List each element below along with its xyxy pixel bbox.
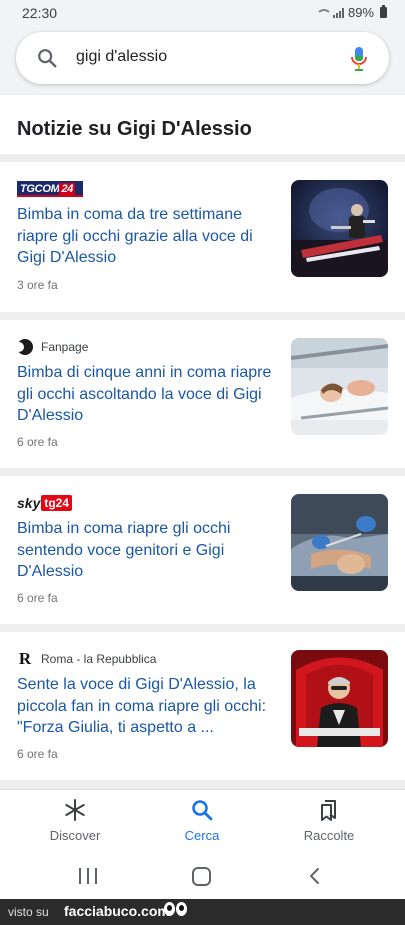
search-bar[interactable]: gigi d'alessio [16, 32, 389, 84]
news-headline[interactable]: Sente la voce di Gigi D'Alessio, la picc… [17, 674, 279, 739]
nav-label: Raccolte [303, 828, 355, 843]
news-card[interactable]: R Roma - la Repubblica Sente la voce di … [0, 632, 405, 780]
source-name: Roma - la Repubblica [41, 652, 157, 666]
bottom-nav: Discover Cerca Raccolte [0, 789, 405, 853]
news-thumbnail[interactable] [291, 180, 388, 277]
source-row: R Roma - la Repubblica [17, 649, 157, 668]
status-bar: 22:30 89% [0, 0, 405, 26]
recents-icon[interactable] [79, 868, 97, 884]
status-time: 22:30 [22, 5, 58, 21]
divider [0, 780, 405, 789]
search-input[interactable]: gigi d'alessio [76, 48, 167, 66]
nav-search[interactable]: Cerca [147, 798, 257, 843]
section-title: Notizie su Gigi D'Alessio [17, 118, 252, 140]
search-icon [192, 800, 213, 821]
collections-icon [321, 800, 336, 821]
skytg24-logo: sky tg24 [17, 494, 73, 512]
divider [0, 154, 405, 162]
nav-label: Discover [49, 828, 101, 843]
news-thumbnail[interactable] [291, 494, 388, 591]
wifi-icon [315, 8, 332, 18]
source-row: Fanpage [17, 338, 88, 356]
status-indicators: 89% [315, 5, 387, 20]
news-headline[interactable]: Bimba in coma da tre settimane riapre gl… [17, 204, 279, 269]
news-time: 6 ore fa [17, 591, 58, 605]
news-time: 6 ore fa [17, 747, 58, 761]
source-row: sky tg24 [17, 494, 73, 512]
watermark-bar: visto su facciabuco.com [0, 899, 405, 925]
news-card[interactable]: Fanpage Bimba di cinque anni in coma ria… [0, 320, 405, 468]
system-nav-bar [0, 853, 405, 899]
repubblica-logo: R [18, 649, 32, 668]
divider [0, 624, 405, 632]
nav-label: Cerca [184, 828, 220, 843]
battery-percent: 89% [347, 5, 374, 20]
divider [0, 468, 405, 476]
eyes-icon [164, 902, 187, 916]
news-time: 3 ore fa [17, 278, 58, 292]
news-card[interactable]: sky tg24 Bimba in coma riapre gli occhi s… [0, 476, 405, 624]
news-headline[interactable]: Bimba in coma riapre gli occhi sentendo … [17, 518, 279, 583]
tgcom24-logo: TGCOM 24 [17, 181, 83, 197]
discover-asterisk-icon [65, 799, 85, 821]
news-section-header: Notizie su Gigi D'Alessio [0, 94, 405, 154]
signal-icon [332, 7, 344, 18]
nav-discover[interactable]: Discover [20, 798, 130, 843]
news-time: 6 ore fa [17, 435, 58, 449]
back-icon[interactable] [306, 867, 324, 885]
divider [0, 312, 405, 320]
news-card[interactable]: TGCOM 24 Bimba in coma da tre settimane r… [0, 162, 405, 312]
search-header: gigi d'alessio [0, 26, 405, 94]
watermark-site: facciabuco.com [64, 903, 170, 919]
news-thumbnail[interactable] [291, 650, 388, 747]
battery-icon [380, 5, 387, 18]
news-thumbnail[interactable] [291, 338, 388, 435]
mic-icon[interactable] [349, 46, 369, 72]
fanpage-logo [17, 339, 33, 355]
home-icon[interactable] [192, 867, 211, 886]
watermark-prefix: visto su [8, 905, 49, 919]
news-headline[interactable]: Bimba di cinque anni in coma riapre gli … [17, 362, 279, 427]
search-icon[interactable] [36, 47, 58, 69]
nav-collections[interactable]: Raccolte [274, 798, 384, 843]
source-row: TGCOM 24 [17, 180, 83, 198]
source-name: Fanpage [41, 340, 89, 354]
